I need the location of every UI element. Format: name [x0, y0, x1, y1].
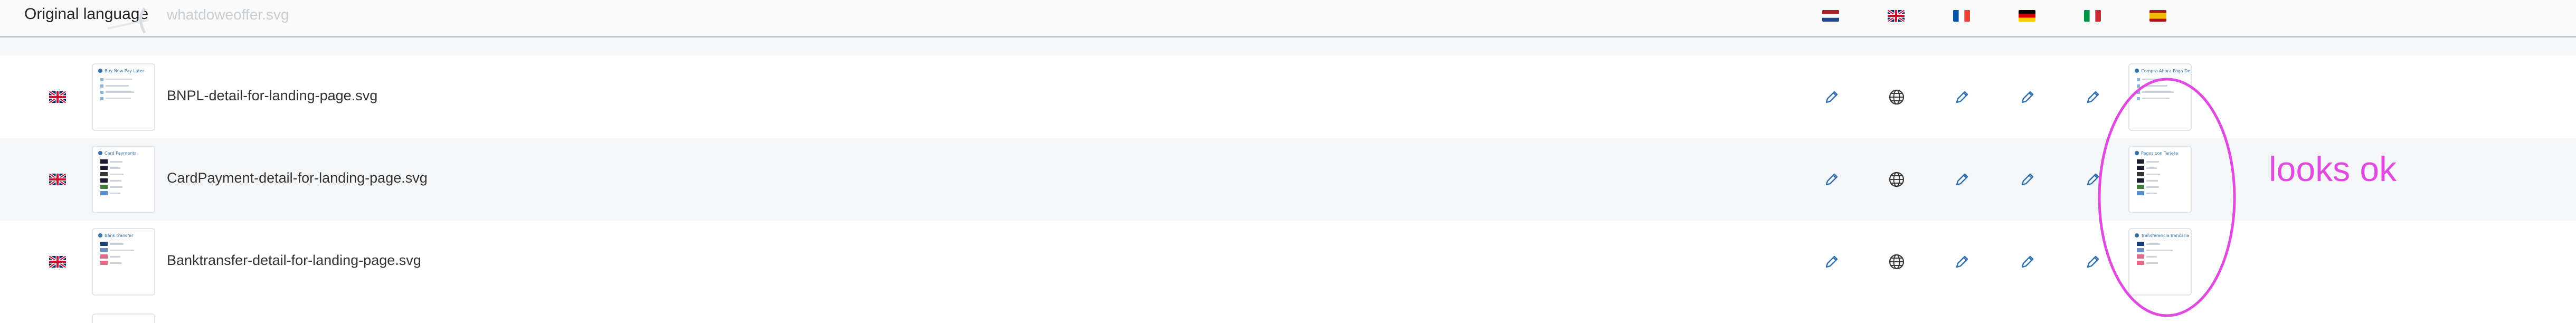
thumb-title: Pagos con Tarjeta [2141, 151, 2178, 156]
review-note: looks ok [2269, 149, 2397, 188]
svg-thumbnail-translated[interactable]: Compra Ahora Paga Despues [2128, 63, 2192, 131]
flag-es-icon[interactable] [2149, 10, 2166, 22]
table-spacer [0, 37, 2576, 55]
svg-thumbnail[interactable]: Buy Now Pay Later [92, 63, 155, 131]
globe-icon[interactable] [1886, 169, 1907, 190]
pencil-icon[interactable] [1952, 87, 1973, 108]
thumb-title: Card Payments [105, 151, 136, 156]
pencil-icon[interactable] [2017, 87, 2038, 108]
thumb-title: Compra Ahora Paga Despues [2141, 69, 2191, 73]
flag-gb-icon[interactable] [1888, 10, 1905, 22]
pencil-icon[interactable] [1952, 251, 1973, 272]
pencil-icon[interactable] [1821, 251, 1842, 272]
pencil-icon[interactable] [1821, 169, 1842, 190]
table-row[interactable]: Buy Now Pay Later BNPL-detail-for-landin… [0, 56, 2576, 138]
globe-icon[interactable] [1886, 87, 1907, 108]
pencil-icon[interactable] [2017, 169, 2038, 190]
table-row[interactable]: Bank transfer Banktransfer-detail-for-la… [0, 221, 2576, 303]
svg-thumbnail-partial [92, 314, 155, 323]
table-row[interactable]: Card Payments CardPayment-detail-for-lan… [0, 138, 2576, 221]
flag-gb-icon [49, 174, 66, 185]
pencil-icon[interactable] [2017, 251, 2038, 272]
flag-gb-icon [49, 91, 66, 103]
svg-thumbnail[interactable]: Bank transfer [92, 228, 155, 296]
table-header: Original language whatdoweoffer.svg [0, 0, 2576, 37]
thumb-title: Buy Now Pay Later [105, 69, 145, 73]
pencil-icon[interactable] [1821, 87, 1842, 108]
cursor-scribble-mark [107, 7, 149, 34]
flag-it-icon[interactable] [2084, 10, 2101, 22]
original-file-name: whatdoweoffer.svg [167, 6, 289, 23]
svg-thumbnail-translated[interactable]: Pagos con Tarjeta [2128, 146, 2192, 213]
pencil-icon[interactable] [2082, 169, 2104, 190]
thumb-title: Bank transfer [105, 233, 134, 238]
file-name[interactable]: Banktransfer-detail-for-landing-page.svg [167, 252, 421, 269]
table-row-partial [0, 305, 2576, 322]
thumb-title: Transferencia Bancaria [2141, 233, 2189, 238]
pencil-icon[interactable] [1952, 169, 1973, 190]
flag-fr-icon[interactable] [1953, 10, 1970, 22]
globe-icon[interactable] [1886, 251, 1907, 272]
file-name[interactable]: BNPL-detail-for-landing-page.svg [167, 88, 377, 104]
flag-de-icon[interactable] [2019, 10, 2035, 22]
flag-gb-icon [49, 256, 66, 268]
file-name[interactable]: CardPayment-detail-for-landing-page.svg [167, 170, 428, 186]
pencil-icon[interactable] [2082, 251, 2104, 272]
svg-thumbnail-translated[interactable]: Transferencia Bancaria [2128, 228, 2192, 296]
flag-nl-icon[interactable] [1822, 10, 1839, 22]
pencil-icon[interactable] [2082, 87, 2104, 108]
svg-thumbnail[interactable]: Card Payments [92, 146, 155, 213]
